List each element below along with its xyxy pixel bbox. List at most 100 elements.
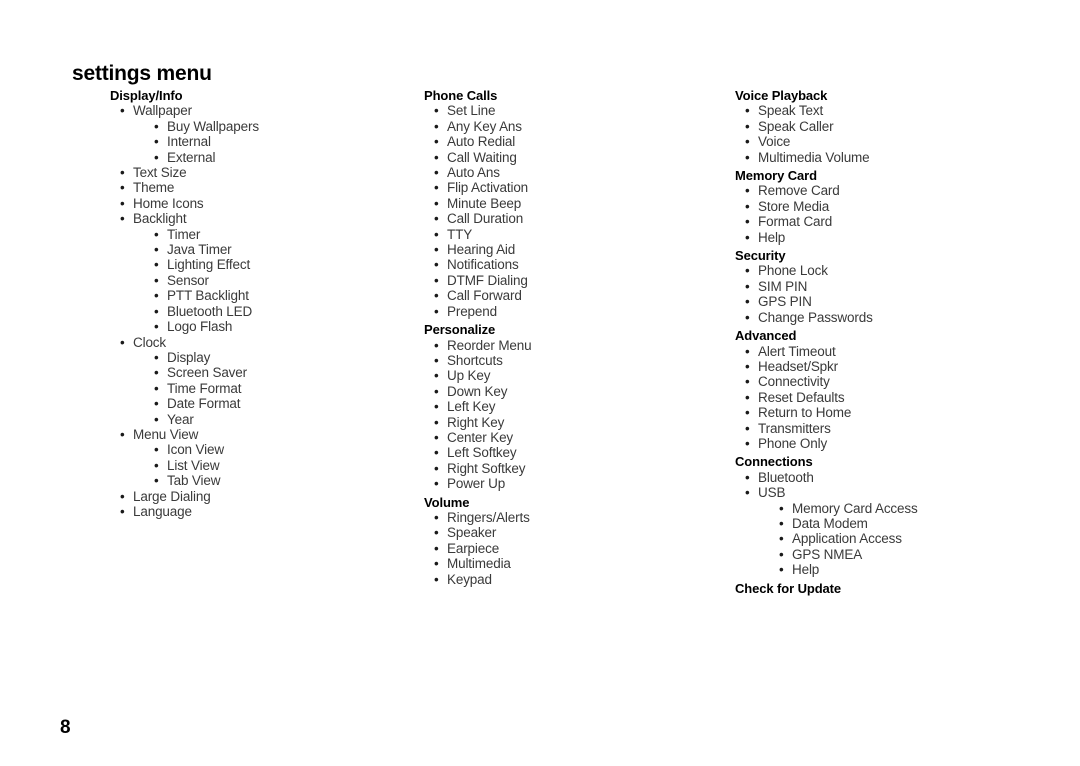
menu-item-format-card[interactable]: • Format Card <box>745 214 1065 229</box>
bullet-icon: • <box>745 103 750 119</box>
menu-item-display[interactable]: • Display <box>154 350 410 365</box>
menu-item-label: Call Waiting <box>447 149 517 165</box>
menu-item-notifications[interactable]: • Notifications <box>434 257 724 272</box>
menu-group-memory-card: Memory Card • Remove Card • Store Media • Form… <box>735 168 1065 245</box>
menu-item-home-icons[interactable]: • Home Icons <box>120 196 410 211</box>
menu-item-left-key[interactable]: • Left Key <box>434 399 724 414</box>
menu-item-phone-only[interactable]: • Phone Only <box>745 436 1065 451</box>
menu-item-label: Buy Wallpapers <box>167 118 259 134</box>
menu-item-call-forward[interactable]: • Call Forward <box>434 288 724 303</box>
menu-item-sim-pin[interactable]: • SIM PIN <box>745 279 1065 294</box>
menu-item-gps-pin[interactable]: • GPS PIN <box>745 294 1065 309</box>
menu-item-multimedia-volume[interactable]: • Multimedia Volume <box>745 150 1065 165</box>
menu-item-call-waiting[interactable]: • Call Waiting <box>434 149 724 165</box>
menu-item-gps-nmea[interactable]: • GPS NMEA <box>779 547 1065 562</box>
menu-item-label: Wallpaper <box>133 103 192 119</box>
menu-item-memory-card-access[interactable]: • Memory Card Access <box>779 501 1065 516</box>
menu-item-bluetooth[interactable]: • Bluetooth <box>745 469 1065 485</box>
menu-item-screen-saver[interactable]: • Screen Saver <box>154 365 410 380</box>
menu-item-icon-view[interactable]: • Icon View <box>154 442 410 457</box>
menu-item-shortcuts[interactable]: • Shortcuts <box>434 353 724 368</box>
menu-item-large-dialing[interactable]: • Large Dialing <box>120 489 410 504</box>
menu-item-reorder-menu[interactable]: • Reorder Menu <box>434 338 724 353</box>
menu-item-buy-wallpapers[interactable]: • Buy Wallpapers <box>154 118 410 134</box>
menu-item-call-duration[interactable]: • Call Duration <box>434 211 724 226</box>
menu-item-year[interactable]: • Year <box>154 412 410 427</box>
menu-item-hearing-aid[interactable]: • Hearing Aid <box>434 242 724 257</box>
menu-item-timer[interactable]: • Timer <box>154 227 410 242</box>
menu-item-internal[interactable]: • Internal <box>154 134 410 149</box>
menu-item-auto-ans[interactable]: • Auto Ans <box>434 165 724 180</box>
bullet-icon: • <box>745 420 750 436</box>
menu-item-center-key[interactable]: • Center Key <box>434 430 724 445</box>
menu-item-backlight[interactable]: • Backlight <box>120 211 410 226</box>
menu-item-time-format[interactable]: • Time Format <box>154 381 410 396</box>
menu-item-lighting-effect[interactable]: • Lighting Effect <box>154 257 410 272</box>
menu-item-prepend[interactable]: • Prepend <box>434 304 724 319</box>
menu-item-sensor[interactable]: • Sensor <box>154 273 410 288</box>
menu-item-external[interactable]: • External <box>154 149 410 165</box>
menu-item-right-softkey[interactable]: • Right Softkey <box>434 461 724 476</box>
menu-item-menu-view[interactable]: • Menu View <box>120 427 410 442</box>
menu-item-help[interactable]: • Help <box>745 230 1065 245</box>
menu-item-text-size[interactable]: • Text Size <box>120 165 410 180</box>
bullet-icon: • <box>434 556 439 572</box>
menu-item-ptt-backlight[interactable]: • PTT Backlight <box>154 288 410 303</box>
menu-item-label: Phone Lock <box>758 263 828 279</box>
menu-item-label: Flip Activation <box>447 180 529 196</box>
menu-item-left-softkey[interactable]: • Left Softkey <box>434 445 724 460</box>
menu-item-wallpaper[interactable]: • Wallpaper <box>120 103 410 119</box>
menu-item-bluetooth-led[interactable]: • Bluetooth LED <box>154 304 410 319</box>
menu-item-application-access[interactable]: • Application Access <box>779 531 1065 546</box>
menu-item-any-key-ans[interactable]: • Any Key Ans <box>434 118 724 134</box>
menu-item-auto-redial[interactable]: • Auto Redial <box>434 134 724 149</box>
menu-item-label: External <box>167 149 216 165</box>
menu-item-store-media[interactable]: • Store Media <box>745 199 1065 214</box>
menu-item-tab-view[interactable]: • Tab View <box>154 473 410 488</box>
menu-item-set-line[interactable]: • Set Line <box>434 103 724 118</box>
group-title-volume: Volume <box>424 494 470 510</box>
menu-item-usb[interactable]: • USB <box>745 485 1065 500</box>
bullet-icon: • <box>154 365 159 381</box>
menu-item-right-key[interactable]: • Right Key <box>434 415 724 430</box>
menu-item-return-to-home[interactable]: • Return to Home <box>745 405 1065 420</box>
bullet-icon: • <box>745 374 750 390</box>
menu-item-phone-lock[interactable]: • Phone Lock <box>745 263 1065 279</box>
menu-item-list-view[interactable]: • List View <box>154 458 410 473</box>
menu-item-headset-spkr[interactable]: • Headset/Spkr <box>745 359 1065 374</box>
bullet-icon: • <box>434 226 439 242</box>
menu-item-power-up[interactable]: • Power Up <box>434 476 724 491</box>
bullet-icon: • <box>434 429 439 445</box>
menu-item-tty[interactable]: • TTY <box>434 227 724 242</box>
menu-item-speak-caller[interactable]: • Speak Caller <box>745 119 1065 134</box>
menu-item-dtmf-dialing[interactable]: • DTMF Dialing <box>434 273 724 288</box>
menu-item-reset-defaults[interactable]: • Reset Defaults <box>745 390 1065 405</box>
menu-item-data-modem[interactable]: • Data Modem <box>779 516 1065 531</box>
menu-item-earpiece[interactable]: • Earpiece <box>434 541 724 556</box>
menu-item-transmitters[interactable]: • Transmitters <box>745 421 1065 436</box>
menu-item-flip-activation[interactable]: • Flip Activation <box>434 180 724 196</box>
menu-item-speaker[interactable]: • Speaker <box>434 525 724 540</box>
menu-item-alert-timeout[interactable]: • Alert Timeout <box>745 344 1065 359</box>
menu-item-keypad[interactable]: • Keypad <box>434 572 724 587</box>
menu-item-logo-flash[interactable]: • Logo Flash <box>154 319 410 334</box>
menu-item-label: Language <box>133 503 192 519</box>
menu-item-voice[interactable]: • Voice <box>745 134 1065 149</box>
menu-item-up-key[interactable]: • Up Key <box>434 368 724 383</box>
menu-item-help[interactable]: • Help <box>779 562 1065 577</box>
menu-item-clock[interactable]: • Clock <box>120 335 410 350</box>
menu-item-minute-beep[interactable]: • Minute Beep <box>434 196 724 211</box>
menu-item-label: Any Key Ans <box>447 118 522 134</box>
menu-item-theme[interactable]: • Theme <box>120 180 410 195</box>
menu-item-change-passwords[interactable]: • Change Passwords <box>745 310 1065 325</box>
menu-item-multimedia[interactable]: • Multimedia <box>434 556 724 571</box>
menu-item-language[interactable]: • Language <box>120 503 410 519</box>
menu-item-connectivity[interactable]: • Connectivity <box>745 374 1065 389</box>
menu-item-date-format[interactable]: • Date Format <box>154 396 410 411</box>
menu-item-label: Bluetooth <box>758 469 814 485</box>
menu-item-java-timer[interactable]: • Java Timer <box>154 242 410 257</box>
menu-item-remove-card[interactable]: • Remove Card <box>745 183 1065 198</box>
menu-item-down-key[interactable]: • Down Key <box>434 384 724 399</box>
menu-item-ringers-alerts[interactable]: • Ringers/Alerts <box>434 510 724 525</box>
menu-item-speak-text[interactable]: • Speak Text <box>745 103 1065 118</box>
